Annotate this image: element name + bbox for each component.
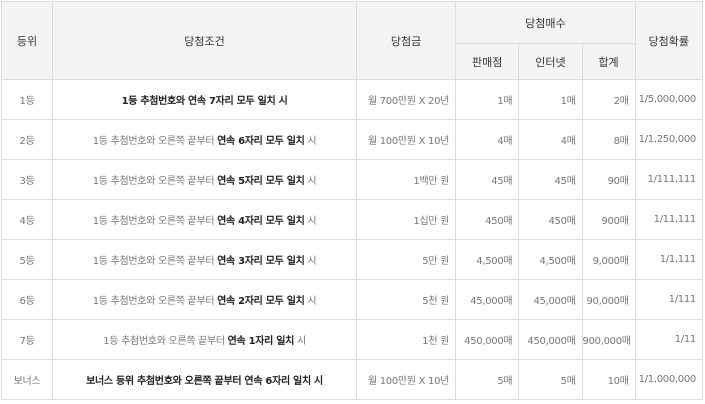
condition-prefix: 1등 추첨번호와 오른쪽 끝부터 (92, 216, 218, 227)
condition-highlight: 1등 추첨번호와 연속 7자리 모두 일치 (121, 96, 276, 107)
header-probability: 당첨확률 (634, 1, 704, 80)
rank-cell: 4등 (0, 199, 54, 240)
condition-suffix: 시 (304, 176, 317, 187)
header-internet: 인터넷 (518, 43, 583, 80)
rank-cell: 7등 (0, 319, 54, 360)
probability-cell: 1/111,111 (634, 159, 704, 200)
internet-count-cell: 4매 (518, 119, 583, 160)
rank-cell: 5등 (0, 239, 54, 280)
condition-prefix: 1등 추첨번호와 오른쪽 끝부터 (103, 336, 228, 347)
total-count-cell: 900,000매 (581, 319, 636, 360)
store-count-cell: 450,000매 (455, 319, 520, 360)
probability-cell: 1/11,111 (634, 199, 704, 240)
table-row: 6등 1등 추첨번호와 오른쪽 끝부터 연속 2자리 모두 일치 시 5천 원 … (0, 279, 704, 320)
probability-cell: 1/11 (634, 319, 704, 360)
condition-cell: 보너스 등위 추첨번호와 오른쪽 끝부터 연속 6자리 일치 시 (52, 359, 358, 400)
internet-count-cell: 5매 (518, 359, 583, 400)
prize-cell: 1천 원 (356, 319, 457, 360)
store-count-cell: 4매 (455, 119, 520, 160)
condition-cell: 1등 추첨번호와 오른쪽 끝부터 연속 4자리 모두 일치 시 (52, 199, 358, 240)
header-prize: 당첨금 (356, 1, 457, 80)
condition-highlight: 연속 1자리 일치 (227, 336, 295, 347)
prize-cell: 1백만 원 (356, 159, 457, 200)
rank-cell: 1등 (0, 79, 54, 120)
internet-count-cell: 45매 (518, 159, 583, 200)
total-count-cell: 2매 (581, 79, 636, 120)
condition-suffix: 시 (294, 336, 306, 347)
probability-cell: 1/1,250,000 (634, 119, 704, 160)
store-count-cell: 1매 (455, 79, 520, 120)
table-row: 4등 1등 추첨번호와 오른쪽 끝부터 연속 4자리 모두 일치 시 1십만 원… (0, 199, 704, 240)
table-row: 보너스 보너스 등위 추첨번호와 오른쪽 끝부터 연속 6자리 일치 시 월 1… (0, 359, 704, 400)
condition-prefix: 1등 추첨번호와 오른쪽 끝부터 (92, 256, 218, 267)
total-count-cell: 10매 (581, 359, 636, 400)
rank-cell: 6등 (0, 279, 54, 320)
probability-cell: 1/1,000,000 (634, 359, 704, 400)
condition-suffix: 시 (304, 216, 317, 227)
rank-cell: 3등 (0, 159, 54, 200)
prize-cell: 월 700만원 X 20년 (356, 79, 457, 120)
internet-count-cell: 45,000매 (518, 279, 583, 320)
condition-suffix: 시 (304, 296, 317, 307)
prize-cell: 월 100만원 X 10년 (356, 359, 457, 400)
probability-cell: 1/111 (634, 279, 704, 320)
header-total: 합계 (581, 43, 636, 80)
store-count-cell: 4,500매 (455, 239, 520, 280)
total-count-cell: 8매 (581, 119, 636, 160)
condition-highlight: 연속 4자리 모두 일치 (217, 216, 305, 227)
probability-cell: 1/5,000,000 (634, 79, 704, 120)
total-count-cell: 900매 (581, 199, 636, 240)
condition-highlight: 보너스 등위 추첨번호와 오른쪽 끝부터 연속 6자리 일치 (86, 376, 311, 387)
table-row: 5등 1등 추첨번호와 오른쪽 끝부터 연속 3자리 모두 일치 시 5만 원 … (0, 239, 704, 280)
condition-cell: 1등 추첨번호와 연속 7자리 모두 일치 시 (52, 79, 358, 120)
condition-cell: 1등 추첨번호와 오른쪽 끝부터 연속 6자리 모두 일치 시 (52, 119, 358, 160)
probability-cell: 1/1,111 (634, 239, 704, 280)
condition-suffix: 시 (310, 376, 323, 387)
prize-cell: 1십만 원 (356, 199, 457, 240)
internet-count-cell: 4,500매 (518, 239, 583, 280)
prize-cell: 5만 원 (356, 239, 457, 280)
condition-highlight: 연속 2자리 모두 일치 (217, 296, 305, 307)
store-count-cell: 45,000매 (455, 279, 520, 320)
total-count-cell: 90,000매 (581, 279, 636, 320)
prize-cell: 5천 원 (356, 279, 457, 320)
condition-suffix: 시 (275, 96, 288, 107)
condition-cell: 1등 추첨번호와 오른쪽 끝부터 연속 5자리 모두 일치 시 (52, 159, 358, 200)
total-count-cell: 90매 (581, 159, 636, 200)
table-row: 1등 1등 추첨번호와 연속 7자리 모두 일치 시 월 700만원 X 20년… (0, 79, 704, 120)
condition-cell: 1등 추첨번호와 오른쪽 끝부터 연속 3자리 모두 일치 시 (52, 239, 358, 280)
prize-table: 등위 당첨조건 당첨금 당첨매수 당첨확률 판매점 인터넷 합계 1등 1등 추… (0, 1, 704, 400)
condition-highlight: 연속 5자리 모두 일치 (217, 176, 305, 187)
rank-cell: 2등 (0, 119, 54, 160)
internet-count-cell: 450,000매 (518, 319, 583, 360)
condition-prefix: 1등 추첨번호와 오른쪽 끝부터 (92, 296, 218, 307)
table-row: 2등 1등 추첨번호와 오른쪽 끝부터 연속 6자리 모두 일치 시 월 100… (0, 119, 704, 160)
condition-cell: 1등 추첨번호와 오른쪽 끝부터 연속 1자리 일치 시 (52, 319, 358, 360)
condition-suffix: 시 (304, 256, 317, 267)
prize-cell: 월 100만원 X 10년 (356, 119, 457, 160)
table-row: 7등 1등 추첨번호와 오른쪽 끝부터 연속 1자리 일치 시 1천 원 450… (0, 319, 704, 360)
internet-count-cell: 1매 (518, 79, 583, 120)
total-count-cell: 9,000매 (581, 239, 636, 280)
rank-cell: 보너스 (0, 359, 54, 400)
store-count-cell: 450매 (455, 199, 520, 240)
table-row: 3등 1등 추첨번호와 오른쪽 끝부터 연속 5자리 모두 일치 시 1백만 원… (0, 159, 704, 200)
condition-cell: 1등 추첨번호와 오른쪽 끝부터 연속 2자리 모두 일치 시 (52, 279, 358, 320)
header-store: 판매점 (455, 43, 520, 80)
condition-prefix: 1등 추첨번호와 오른쪽 끝부터 (92, 176, 218, 187)
condition-highlight: 연속 3자리 모두 일치 (217, 256, 305, 267)
condition-prefix: 1등 추첨번호와 오른쪽 끝부터 (92, 136, 218, 147)
internet-count-cell: 450매 (518, 199, 583, 240)
condition-suffix: 시 (304, 136, 317, 147)
store-count-cell: 45매 (455, 159, 520, 200)
header-condition: 당첨조건 (52, 1, 358, 80)
condition-highlight: 연속 6자리 모두 일치 (217, 136, 305, 147)
header-count-group: 당첨매수 (455, 1, 636, 44)
header-rank: 등위 (0, 1, 54, 80)
store-count-cell: 5매 (455, 359, 520, 400)
